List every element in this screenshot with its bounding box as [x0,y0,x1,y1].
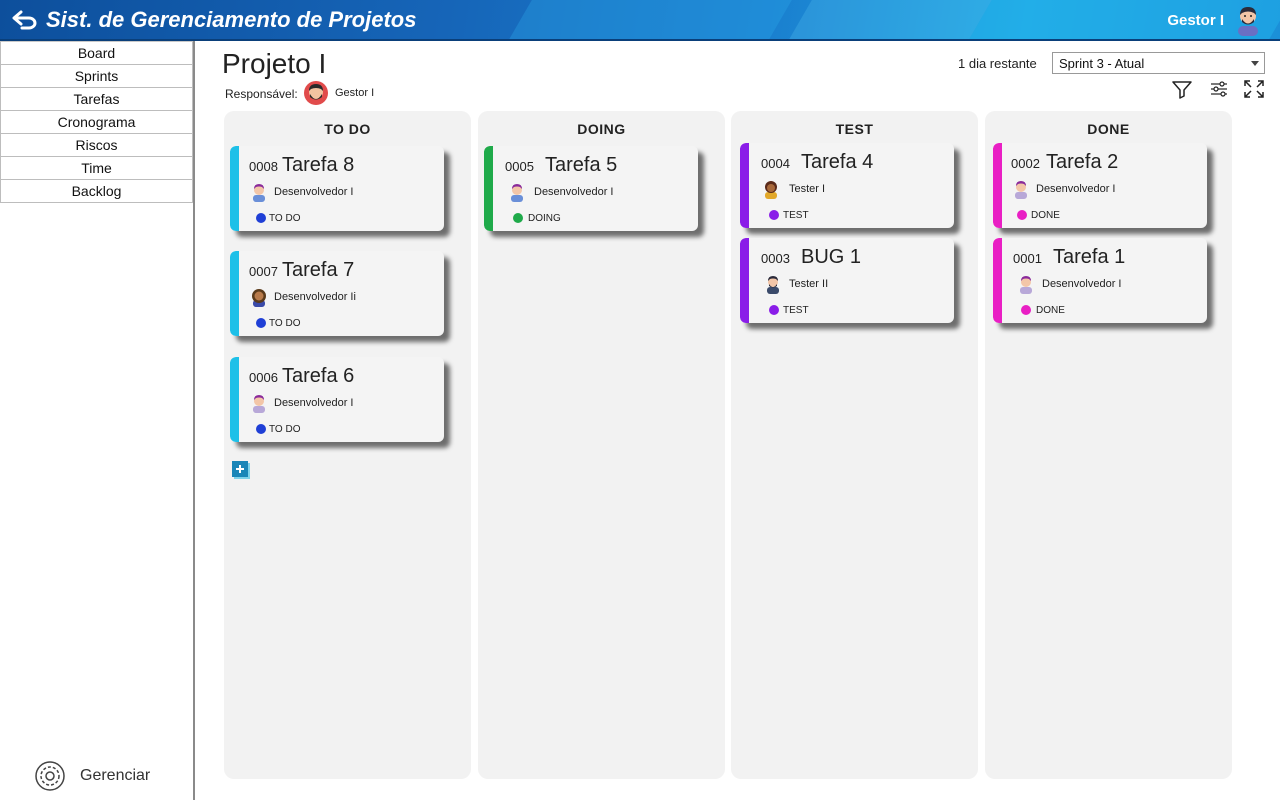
current-user-name[interactable]: Gestor I [1167,12,1224,29]
task-code: 0003 [761,251,790,266]
days-remaining: 1 dia restante [958,56,1037,71]
task-assignee: Desenvolvedor I [1036,183,1116,195]
task-card[interactable]: 0002 Tarefa 2 Desenvolvedor I DONE [993,143,1207,228]
manage-label: Gerenciar [80,767,151,784]
sidebar: Board Sprints Tarefas Cronograma Riscos … [0,41,195,800]
task-code: 0005 [505,159,534,174]
status-bar [740,143,749,228]
status-dot [256,213,266,223]
developer-avatar [253,395,265,413]
filter-icon[interactable] [1171,79,1193,99]
header-decoration [788,0,992,39]
sprint-select[interactable]: Sprint 3 - Atual [1052,52,1265,74]
task-code: 0007 [249,264,278,279]
status-dot [513,213,523,223]
sidebar-item-tarefas[interactable]: Tarefas [0,87,193,111]
task-code: 0002 [1011,156,1040,171]
sidebar-item-time[interactable]: Time [0,156,193,180]
status-dot [1017,210,1027,220]
task-assignee: Desenvolvedor I [274,186,354,198]
tester-avatar [765,181,777,199]
task-name: Tarefa 7 [282,259,355,281]
task-status: DOING [528,213,561,224]
status-bar [230,357,239,442]
sidebar-item-cronograma[interactable]: Cronograma [0,110,193,134]
task-name: Tarefa 5 [545,154,618,176]
column-title: TO DO [324,121,371,137]
settings-sliders-icon[interactable] [1208,79,1230,99]
status-bar [230,146,239,231]
task-code: 0004 [761,156,790,171]
task-card[interactable]: 0008 Tarefa 8 Desenvolvedor I TO DO [230,146,444,231]
task-card[interactable]: 0001 Tarefa 1 Desenvolvedor I DONE [993,238,1207,323]
task-assignee: Desenvolvedor I [534,186,614,198]
developer-avatar [511,184,523,202]
task-card[interactable]: 0005 Tarefa 5 Desenvolvedor I DOING [484,146,698,231]
task-code: 0008 [249,159,278,174]
app-header: Sist. de Gerenciamento de Projetos Gesto… [0,0,1280,41]
developer-avatar [252,289,266,307]
task-status: TEST [783,305,809,316]
add-task-button[interactable] [231,460,251,480]
user-avatar[interactable] [1234,4,1262,36]
task-assignee: Tester I [789,183,826,195]
settings-gear-icon [35,761,65,791]
status-bar [993,238,1002,323]
task-code: 0006 [249,370,278,385]
status-bar [993,143,1002,228]
developer-avatar [1015,181,1027,199]
task-assignee: Desenvolvedor I [274,397,354,409]
app-title: Sist. de Gerenciamento de Projetos [46,7,417,32]
responsible-name: Gestor I [335,87,375,99]
task-assignee: Desenvolvedor Ii [274,291,356,303]
responsible-avatar [304,81,328,105]
task-status: TO DO [269,424,301,435]
status-dot [1021,305,1031,315]
status-dot [256,318,266,328]
status-bar [230,251,239,336]
task-status: TEST [783,210,809,221]
developer-avatar [253,184,265,202]
task-status: DONE [1031,210,1060,221]
sidebar-item-board[interactable]: Board [0,41,193,65]
status-dot [769,210,779,220]
task-name: Tarefa 2 [1046,151,1119,173]
status-dot [256,424,266,434]
column-title: TEST [835,121,874,137]
task-status: TO DO [269,213,301,224]
task-assignee: Tester II [789,278,829,290]
task-name: Tarefa 6 [282,365,355,387]
fullscreen-icon[interactable] [1243,79,1265,99]
manage-button[interactable]: Gerenciar [32,760,150,792]
task-code: 0001 [1013,251,1042,266]
task-status: DONE [1036,305,1065,316]
sidebar-item-sprints[interactable]: Sprints [0,64,193,88]
sidebar-item-backlog[interactable]: Backlog [0,179,193,203]
task-card[interactable]: 0006 Tarefa 6 Desenvolvedor I TO DO [230,357,444,442]
status-dot [769,305,779,315]
task-assignee: Desenvolvedor I [1042,278,1122,290]
task-card[interactable]: 0003 BUG 1 Tester II TEST [740,238,954,323]
column-title: DONE [1087,121,1130,137]
column-title: DOING [577,121,626,137]
header-decoration [508,0,792,39]
sidebar-item-riscos[interactable]: Riscos [0,133,193,157]
responsible-label: Responsável: [225,87,298,101]
back-arrow-icon[interactable] [12,9,38,31]
task-name: Tarefa 8 [282,154,355,176]
task-name: Tarefa 1 [1053,246,1126,268]
task-name: Tarefa 4 [801,151,874,173]
task-status: TO DO [269,318,301,329]
tester-avatar [767,276,779,294]
sprint-select-value: Sprint 3 - Atual [1059,56,1145,71]
status-bar [484,146,493,231]
task-card[interactable]: 0004 Tarefa 4 Tester I TEST [740,143,954,228]
chevron-down-icon [1251,61,1259,66]
task-name: BUG 1 [801,246,862,268]
task-card[interactable]: 0007 Tarefa 7 Desenvolvedor Ii TO DO [230,251,444,336]
developer-avatar [1020,276,1032,294]
page-title: Projeto I [222,48,327,79]
status-bar [740,238,749,323]
